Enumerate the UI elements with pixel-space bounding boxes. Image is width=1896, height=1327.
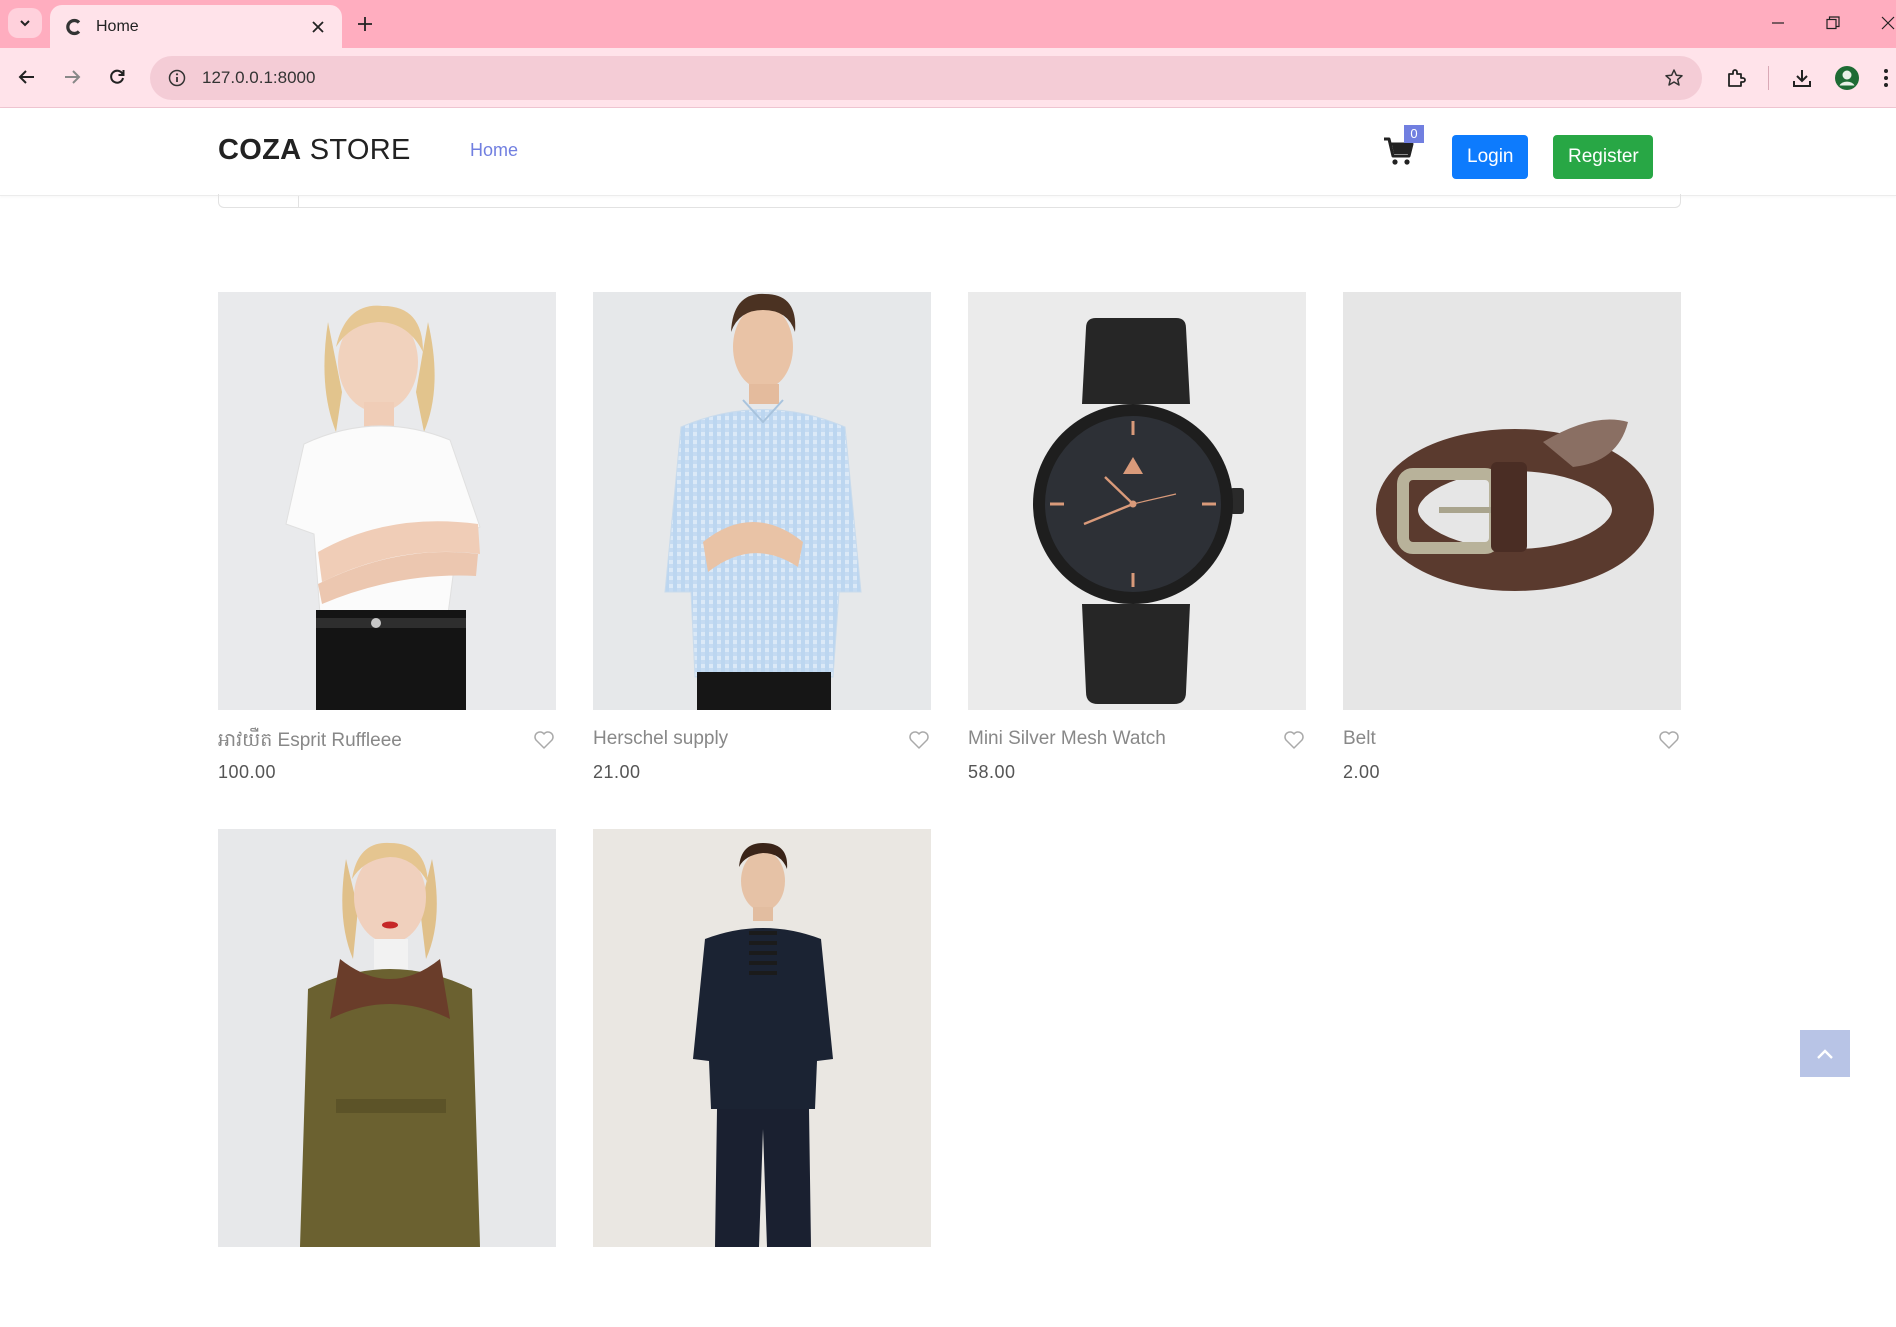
register-button[interactable]: Register <box>1553 135 1653 179</box>
scroll-to-top-button[interactable] <box>1800 1030 1850 1077</box>
close-tab-icon[interactable] <box>308 17 328 37</box>
nav-home-link[interactable]: Home <box>470 140 518 161</box>
login-button[interactable]: Login <box>1452 135 1528 179</box>
product-card: Belt 2.00 <box>1343 292 1681 790</box>
product-info <box>593 1247 931 1327</box>
url-text: 127.0.0.1:8000 <box>202 68 316 87</box>
chevron-down-icon <box>20 20 30 27</box>
forward-icon[interactable] <box>57 62 87 92</box>
site-info-icon[interactable] <box>166 67 188 89</box>
product-card: Herschel supply 21.00 <box>593 292 931 790</box>
tab-search-button[interactable] <box>8 8 42 38</box>
extensions-icon[interactable] <box>1720 62 1752 94</box>
logo-light-text: STORE <box>309 134 411 166</box>
new-tab-icon[interactable] <box>352 11 378 37</box>
filter-bar-remnant <box>218 194 1681 208</box>
product-price: 58.00 <box>968 762 1016 782</box>
product-card: អាវយឺត Esprit Ruffleee 100.00 <box>218 292 556 790</box>
menu-more-icon[interactable] <box>1876 62 1896 94</box>
cart-count-badge: 0 <box>1404 125 1424 143</box>
product-info: Mini Silver Mesh Watch 58.00 <box>968 710 1306 790</box>
restore-icon[interactable] <box>1813 9 1853 37</box>
back-icon[interactable] <box>12 62 42 92</box>
reload-icon[interactable] <box>102 62 132 92</box>
wishlist-heart-icon[interactable] <box>907 729 931 751</box>
wishlist-heart-icon[interactable] <box>1657 729 1681 751</box>
product-price: 100.00 <box>218 762 277 782</box>
filter-bar-divider <box>298 196 299 208</box>
product-card <box>218 829 556 1327</box>
product-info: អាវយឺត Esprit Ruffleee 100.00 <box>218 710 556 790</box>
store-logo[interactable]: COZA STORE <box>218 134 411 167</box>
browser-tab-bar: Home <box>0 0 1896 48</box>
chevron-up-icon <box>1817 1048 1833 1059</box>
product-info <box>218 1247 556 1327</box>
product-price: 21.00 <box>593 762 641 782</box>
product-name[interactable]: Herschel supply <box>593 728 728 750</box>
logo-bold-text: COZA <box>218 134 302 166</box>
product-image[interactable] <box>968 292 1306 710</box>
site-header: COZA STORE Home 0 Login Register <box>0 108 1896 196</box>
tab-title: Home <box>96 17 139 35</box>
browser-tab-home[interactable]: Home <box>50 5 342 48</box>
product-name[interactable]: Mini Silver Mesh Watch <box>968 728 1166 750</box>
product-image[interactable] <box>593 292 931 710</box>
product-info: Belt 2.00 <box>1343 710 1681 790</box>
product-info: Herschel supply 21.00 <box>593 710 931 790</box>
product-card <box>593 829 931 1327</box>
product-image[interactable] <box>218 292 556 710</box>
site-favicon-icon <box>64 17 84 37</box>
product-image[interactable] <box>1343 292 1681 710</box>
download-icon[interactable] <box>1786 62 1818 94</box>
product-image[interactable] <box>218 829 556 1247</box>
wishlist-heart-icon[interactable] <box>532 729 556 751</box>
address-bar[interactable]: 127.0.0.1:8000 <box>150 56 1702 100</box>
wishlist-heart-icon[interactable] <box>1282 729 1306 751</box>
browser-toolbar: 127.0.0.1:8000 <box>0 48 1896 108</box>
minimize-icon[interactable] <box>1758 9 1798 37</box>
close-window-icon[interactable] <box>1868 9 1896 37</box>
product-card: Mini Silver Mesh Watch 58.00 <box>968 292 1306 790</box>
profile-avatar-icon[interactable] <box>1831 62 1863 94</box>
product-name[interactable]: Belt <box>1343 728 1376 750</box>
bookmark-star-icon[interactable] <box>1662 66 1686 90</box>
product-image[interactable] <box>593 829 931 1247</box>
product-price: 2.00 <box>1343 762 1381 782</box>
toolbar-separator <box>1768 66 1769 90</box>
product-name[interactable]: អាវយឺត Esprit Ruffleee <box>218 728 402 756</box>
